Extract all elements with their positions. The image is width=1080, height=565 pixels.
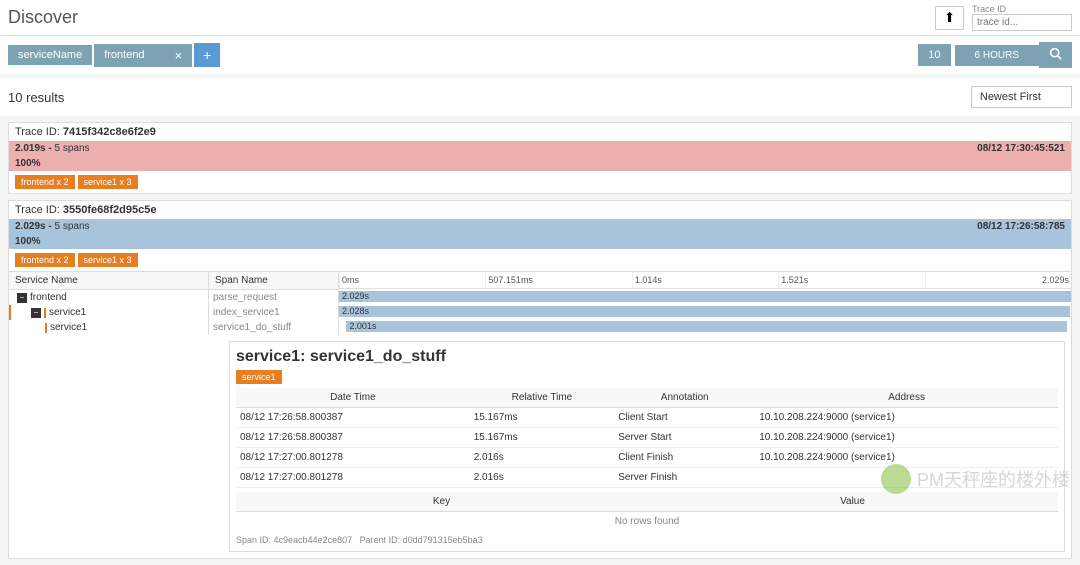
service-row[interactable]: service1: [9, 320, 208, 335]
add-filter-button[interactable]: +: [194, 43, 220, 67]
span-name-cell: service1_do_stuff: [209, 320, 338, 335]
span-detail-panel: service1: service1_do_stuff service1 Dat…: [229, 341, 1065, 552]
annotation-row: 08/12 17:27:00.8012782.016sServer Finish: [236, 468, 1058, 488]
detail-badge: service1: [236, 370, 282, 384]
annotation-row: 08/12 17:27:00.8012782.016sClient Finish…: [236, 448, 1058, 468]
span-bar-row[interactable]: 2.028s: [339, 304, 1071, 319]
service-name-header: Service Name: [9, 272, 208, 290]
trace-pct-bar: 100%: [9, 156, 1071, 171]
kv-table: KeyValue No rows found: [236, 492, 1058, 531]
service-row[interactable]: −frontend: [9, 290, 208, 305]
trace-card[interactable]: Trace ID: 7415f342c8e6f2e9 2.019s - 5 sp…: [8, 122, 1072, 194]
service-badge[interactable]: frontend x 2: [15, 253, 75, 267]
limit-box[interactable]: 10: [918, 44, 950, 66]
filter-key-tag[interactable]: serviceName: [8, 45, 92, 65]
service-row[interactable]: −service1: [9, 305, 208, 320]
collapse-icon[interactable]: −: [31, 308, 41, 318]
annotation-table: Date TimeRelative TimeAnnotationAddress0…: [236, 388, 1058, 488]
trace-pct-bar: 100%: [9, 234, 1071, 249]
span-table: Service Name−frontend−service1service1 S…: [9, 271, 1071, 335]
trace-id-line: Trace ID: 3550fe68f2d95c5e: [9, 201, 1071, 219]
search-button[interactable]: [1039, 42, 1072, 68]
time-range-box[interactable]: 6 HOURS: [955, 45, 1039, 66]
service-badge[interactable]: frontend x 2: [15, 175, 75, 189]
search-icon: [1049, 47, 1062, 60]
trace-id-line: Trace ID: 7415f342c8e6f2e9: [9, 123, 1071, 141]
annotation-row: 08/12 17:26:58.80038715.167msServer Star…: [236, 428, 1058, 448]
sort-select[interactable]: Newest First: [971, 86, 1072, 108]
span-name-cell: index_service1: [209, 305, 338, 320]
collapse-icon[interactable]: −: [17, 293, 27, 303]
filter-value-tag[interactable]: frontend×: [94, 44, 192, 67]
time-ticks: 0ms507.151ms1.014s1.521s2.029s: [339, 272, 1071, 289]
page-title: Discover: [8, 7, 935, 28]
annotation-row: 08/12 17:26:58.80038715.167msClient Star…: [236, 408, 1058, 428]
trace-id-label: Trace ID: [972, 4, 1072, 14]
span-name-header: Span Name: [209, 272, 338, 290]
span-bar-row[interactable]: 2.001s: [339, 319, 1071, 334]
service-badge[interactable]: service1 x 3: [78, 175, 138, 189]
trace-duration-bar: 2.029s - 5 spans08/12 17:26:58:785: [9, 219, 1071, 234]
span-bar-row[interactable]: 2.029s: [339, 289, 1071, 304]
span-name-cell: parse_request: [209, 290, 338, 305]
service-color-bar: [45, 323, 47, 333]
span-ids: Span ID: 4c9eacb44e2ce807 Parent ID: d0d…: [236, 535, 1058, 545]
no-rows-text: No rows found: [236, 512, 1058, 532]
service-color-bar: [44, 308, 46, 318]
trace-card[interactable]: Trace ID: 3550fe68f2d95c5e 2.029s - 5 sp…: [8, 200, 1072, 559]
trace-id-input[interactable]: [972, 14, 1072, 31]
upload-button[interactable]: ⬆: [935, 6, 964, 30]
service-badge[interactable]: service1 x 3: [78, 253, 138, 267]
detail-title: service1: service1_do_stuff: [236, 348, 1058, 366]
trace-duration-bar: 2.019s - 5 spans08/12 17:30:45:521: [9, 141, 1071, 156]
results-count: 10 results: [8, 90, 971, 105]
close-icon[interactable]: ×: [175, 48, 183, 63]
